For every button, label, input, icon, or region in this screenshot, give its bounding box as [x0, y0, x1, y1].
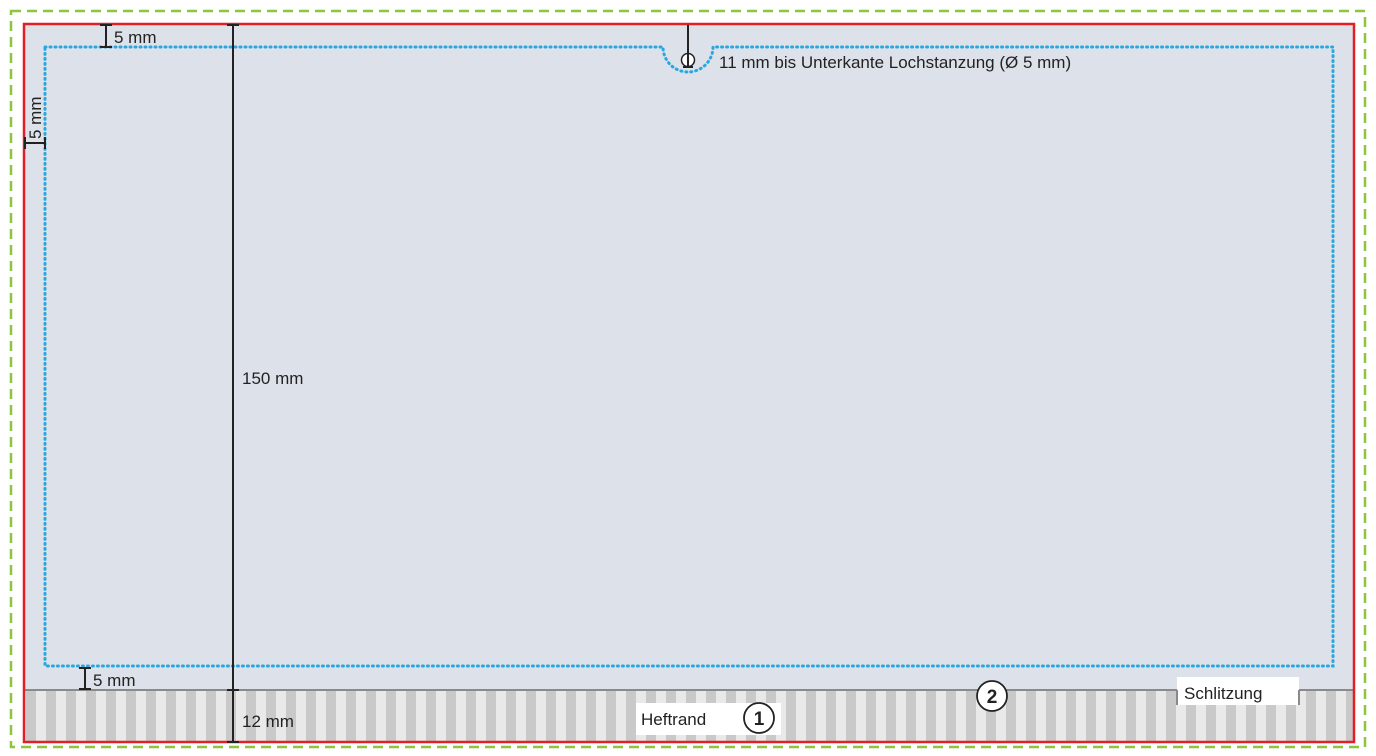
heftrand-label: Heftrand [641, 710, 706, 729]
marker-1-number: 1 [754, 709, 765, 730]
hole-distance-label: 11 mm bis Unterkante Lochstanzung (Ø 5 m… [719, 53, 1071, 72]
height-label: 150 mm [242, 369, 303, 388]
schlitzung-label: Schlitzung [1184, 684, 1262, 703]
top-margin-label: 5 mm [114, 28, 157, 47]
left-margin-label: 5 mm [26, 97, 45, 140]
binding-height-label: 12 mm [242, 712, 294, 731]
card-area [24, 24, 1354, 742]
bottom-margin-label: 5 mm [93, 671, 136, 690]
print-template-diagram: 11 mm bis Unterkante Lochstanzung (Ø 5 m… [9, 9, 1367, 749]
marker-2-number: 2 [987, 687, 998, 708]
